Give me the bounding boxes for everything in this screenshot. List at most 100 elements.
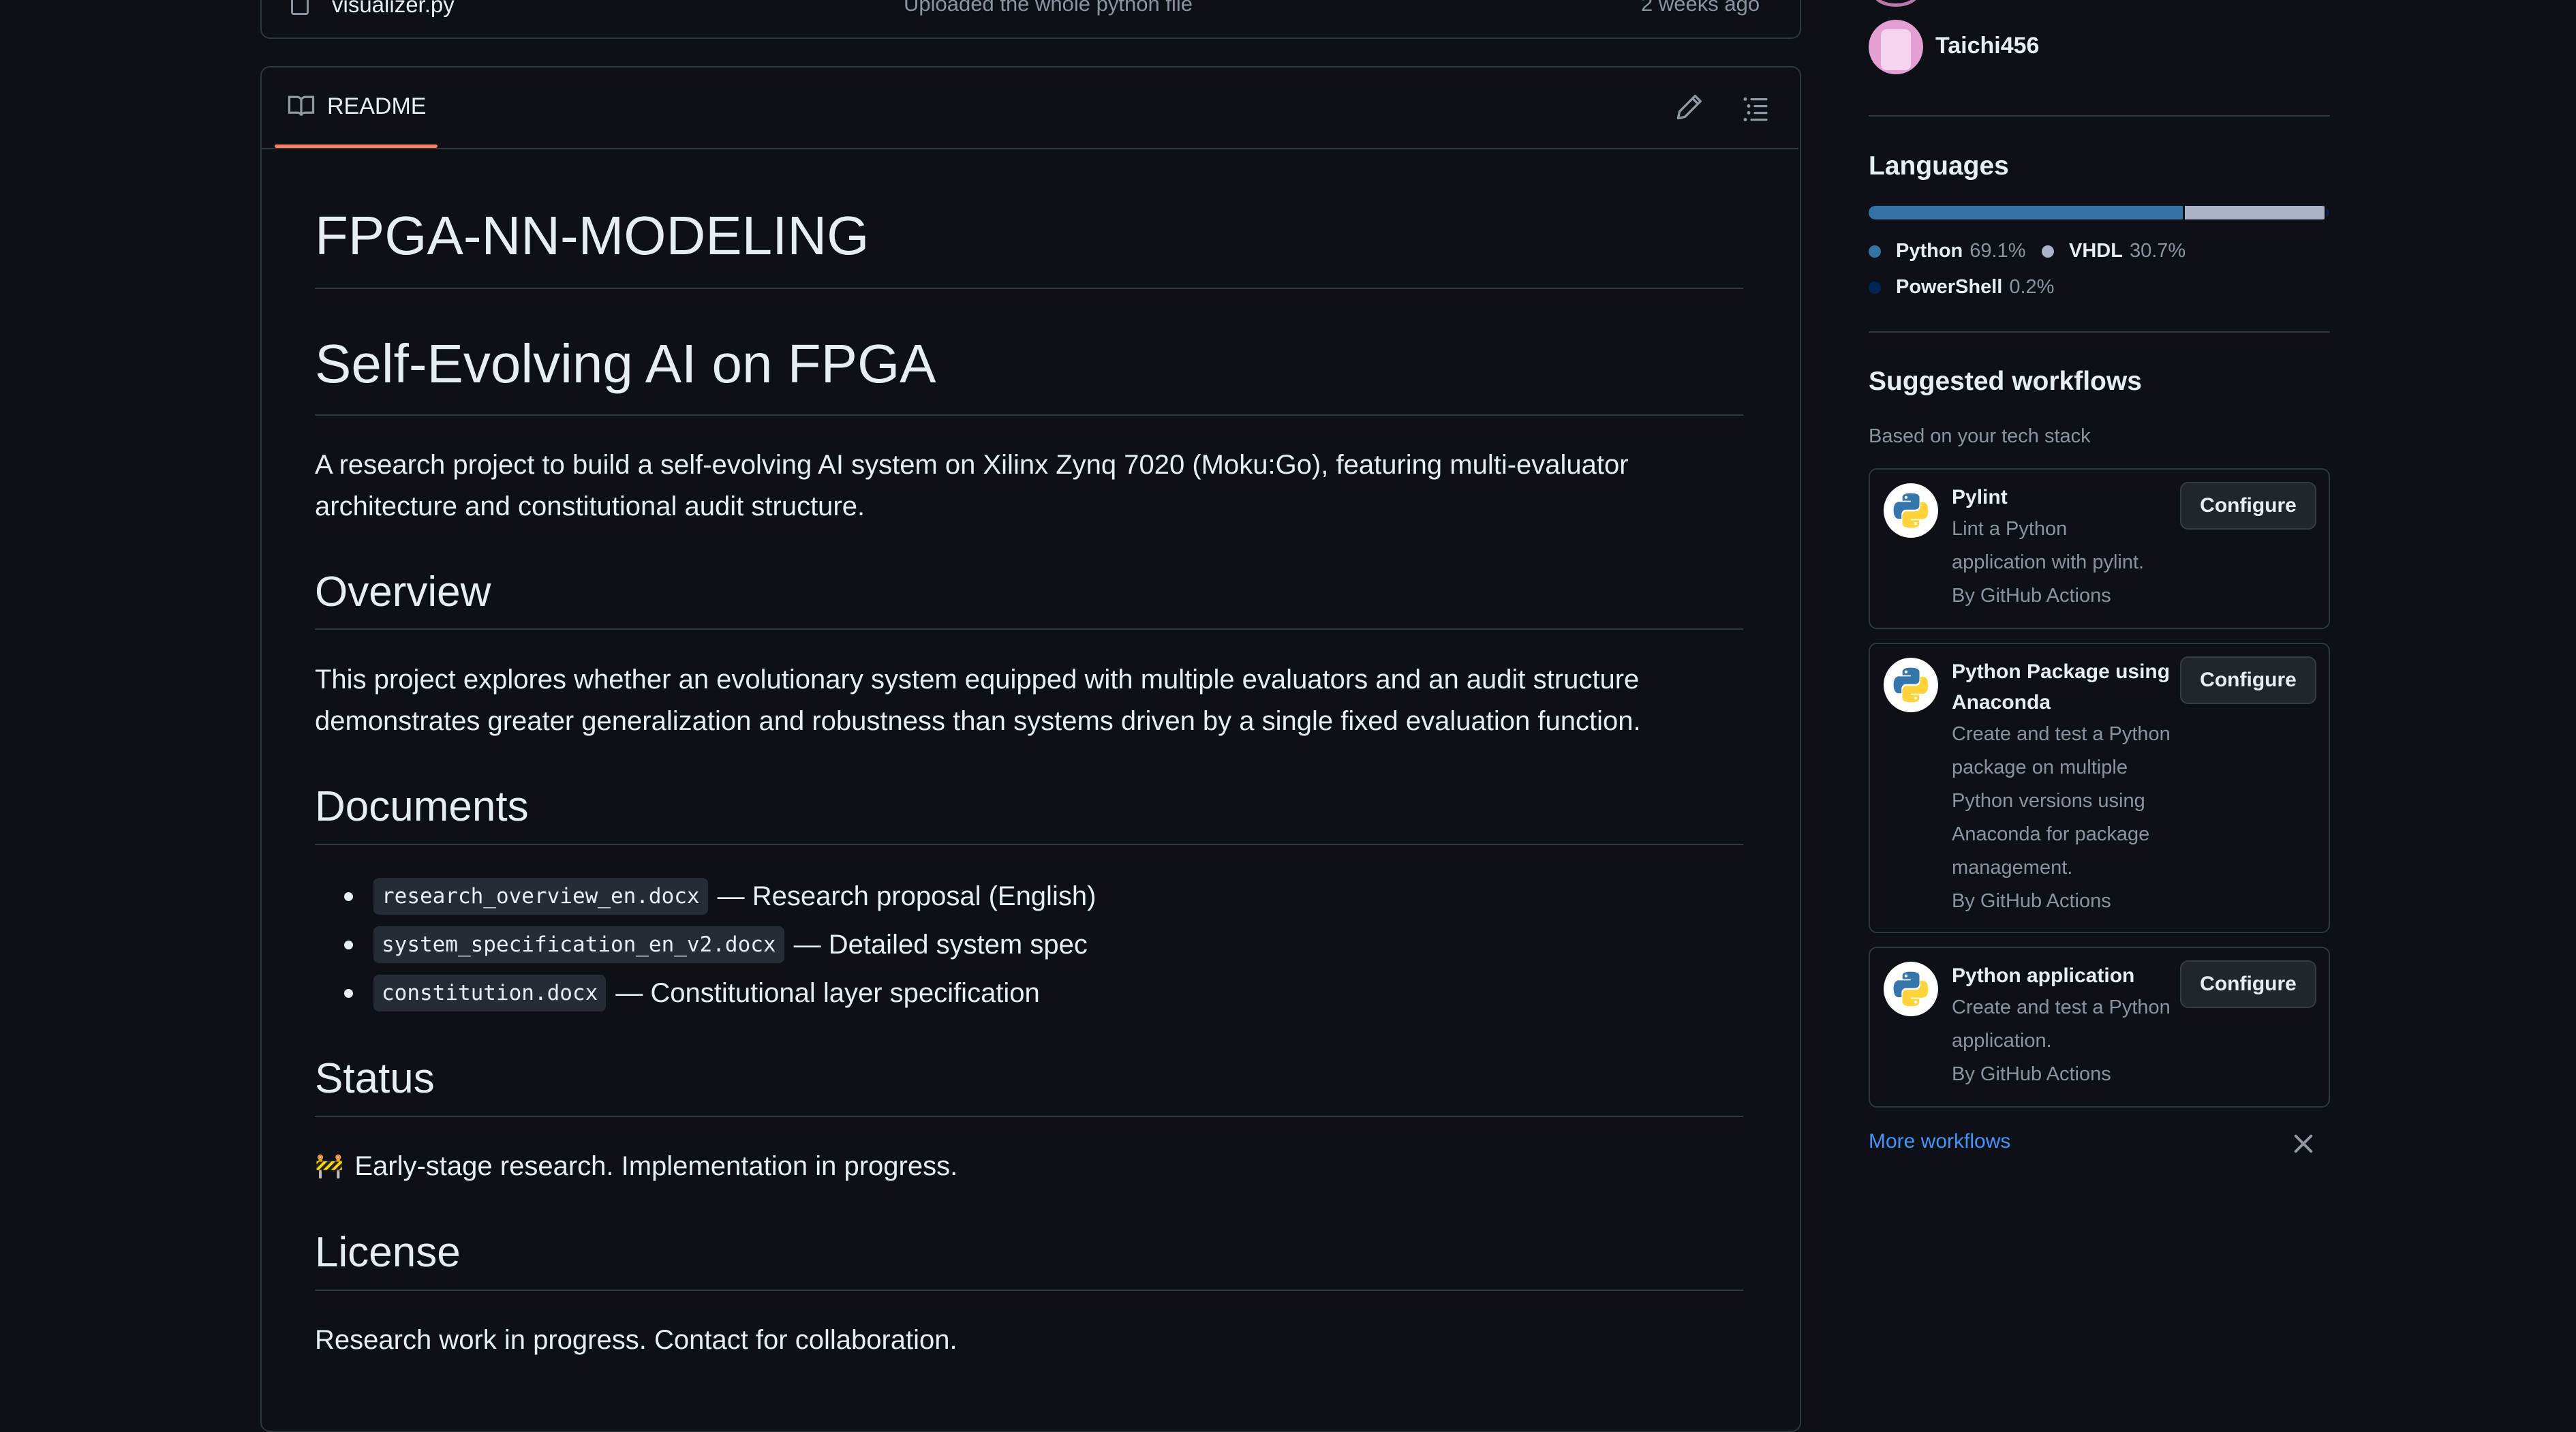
list-item: research_overview_en.docx — Research pro…	[344, 878, 1096, 915]
status-paragraph: 🚧 Early-stage research. Implementation i…	[315, 1146, 1743, 1187]
workflow-title[interactable]: Pylint	[1952, 482, 2177, 513]
bullet	[344, 988, 353, 998]
workflow-author: By GitHub Actions	[1952, 1063, 2111, 1085]
language-segment-powershell	[2327, 206, 2329, 219]
workflows-subheading: Based on your tech stack	[1869, 425, 2091, 447]
status-text: Early-stage research. Implementation in …	[354, 1151, 958, 1181]
language-python[interactable]: Python 69.1%	[1869, 240, 2026, 262]
workflow-info: Pylint Lint a Python application with py…	[1952, 482, 2177, 613]
workflow-desc: management.	[1952, 857, 2073, 879]
language-percent: 69.1%	[1969, 240, 2026, 262]
overview-line: This project explores whether an evoluti…	[315, 665, 1640, 695]
avatar[interactable]	[1869, 20, 1923, 74]
readme-header	[260, 66, 1798, 149]
language-name: Python	[1896, 240, 1963, 262]
workflow-card-anaconda: Python Package using Anaconda Create and…	[1869, 643, 2330, 933]
overview-line: demonstrates greater generalization and …	[315, 706, 1641, 736]
language-dot	[1869, 245, 1881, 258]
doc-description: — Detailed system spec	[793, 929, 1088, 960]
list-item: constitution.docx — Constitutional layer…	[344, 975, 1040, 1011]
bullet	[344, 892, 353, 901]
documents-heading: Documents	[315, 783, 529, 830]
list-item: system_specification_en_v2.docx — Detail…	[344, 926, 1088, 963]
list-outline-icon[interactable]	[1742, 94, 1769, 121]
construction-icon: 🚧	[315, 1153, 344, 1179]
divider	[315, 844, 1743, 845]
workflow-desc: Anaconda for package	[1952, 823, 2150, 845]
languages-bar	[1869, 206, 2329, 219]
language-vhdl[interactable]: VHDL 30.7%	[2042, 240, 2186, 262]
language-powershell[interactable]: PowerShell 0.2%	[1869, 276, 2054, 299]
commit-time: 2 weeks ago	[1641, 0, 1760, 16]
workflow-info: Python application Create and test a Pyt…	[1952, 960, 2183, 1091]
doc-description: — Constitutional layer specification	[615, 977, 1040, 1008]
language-dot	[2042, 245, 2054, 258]
intro-line: architecture and constitutional audit st…	[315, 491, 865, 521]
python-logo-icon	[1884, 483, 1938, 538]
workflow-card-python-application: Python application Create and test a Pyt…	[1869, 947, 2330, 1108]
configure-button[interactable]: Configure	[2180, 482, 2316, 530]
status-heading: Status	[315, 1055, 435, 1102]
language-name: VHDL	[2069, 240, 2123, 262]
language-percent: 0.2%	[2009, 276, 2055, 298]
configure-button[interactable]: Configure	[2180, 656, 2316, 704]
language-name: PowerShell	[1896, 276, 2003, 298]
contributor-name[interactable]: Taichi456	[1935, 33, 2039, 59]
readme-tab-label: README	[327, 93, 427, 119]
workflow-author: By GitHub Actions	[1952, 585, 2111, 607]
language-percent: 30.7%	[2129, 240, 2186, 262]
workflow-title[interactable]: Python Package using	[1952, 656, 2183, 687]
overview-paragraph: This project explores whether an evoluti…	[315, 659, 1743, 742]
workflow-desc: application with pylint.	[1952, 551, 2145, 573]
languages-heading: Languages	[1869, 151, 2009, 181]
configure-button[interactable]: Configure	[2180, 960, 2316, 1008]
divider	[1869, 331, 2330, 333]
workflow-desc: Python versions using	[1952, 790, 2145, 812]
doc-filename: constitution.docx	[373, 975, 607, 1011]
commit-message-link[interactable]: Uploaded the whole python file	[904, 0, 1193, 16]
readme-tab[interactable]: README	[288, 93, 426, 120]
readme-panel	[260, 66, 1801, 1432]
doc-description: — Research proposal (English)	[717, 881, 1097, 911]
divider	[315, 1116, 1743, 1117]
workflow-author: By GitHub Actions	[1952, 890, 2111, 912]
language-segment-vhdl	[2185, 206, 2325, 219]
language-segment-python	[1869, 206, 2183, 219]
overview-heading: Overview	[315, 568, 491, 615]
more-workflows-link[interactable]: More workflows	[1869, 1130, 2010, 1153]
workflow-info: Python Package using Anaconda Create and…	[1952, 656, 2183, 918]
license-heading: License	[315, 1229, 461, 1276]
divider	[315, 1290, 1743, 1291]
doc-filename: system_specification_en_v2.docx	[373, 926, 784, 963]
workflow-desc: package on multiple	[1952, 757, 2128, 778]
workflow-title[interactable]: Python application	[1952, 960, 2183, 991]
language-dot	[1869, 281, 1881, 294]
intro-paragraph: A research project to build a self-evolv…	[315, 444, 1743, 528]
intro-line: A research project to build a self-evolv…	[315, 450, 1629, 480]
divider	[315, 288, 1743, 289]
divider	[315, 414, 1743, 416]
readme-tab-underline	[275, 144, 438, 148]
readme-subtitle: Self-Evolving AI on FPGA	[315, 333, 936, 394]
divider	[1869, 115, 2330, 117]
workflows-heading: Suggested workflows	[1869, 367, 2142, 396]
python-logo-icon	[1884, 962, 1938, 1016]
close-icon[interactable]	[2290, 1130, 2317, 1157]
workflow-desc: application.	[1952, 1030, 2052, 1052]
file-icon	[291, 0, 309, 15]
divider	[315, 628, 1743, 630]
avatar[interactable]	[1873, 0, 1919, 7]
workflow-desc: Create and test a Python	[1952, 723, 2171, 745]
workflow-title[interactable]: Anaconda	[1952, 687, 2183, 718]
bullet	[344, 940, 353, 949]
file-name-link[interactable]: visualizer.py	[332, 0, 455, 18]
workflow-desc: Create and test a Python	[1952, 996, 2171, 1018]
readme-title: FPGA-NN-MODELING	[315, 205, 870, 266]
doc-filename: research_overview_en.docx	[373, 878, 708, 915]
pencil-icon[interactable]	[1675, 93, 1704, 121]
workflow-desc: Lint a Python	[1952, 518, 2068, 540]
workflow-card-pylint: Pylint Lint a Python application with py…	[1869, 468, 2330, 629]
python-logo-icon	[1884, 658, 1938, 712]
book-icon	[288, 95, 315, 116]
license-text: Research work in progress. Contact for c…	[315, 1325, 957, 1355]
